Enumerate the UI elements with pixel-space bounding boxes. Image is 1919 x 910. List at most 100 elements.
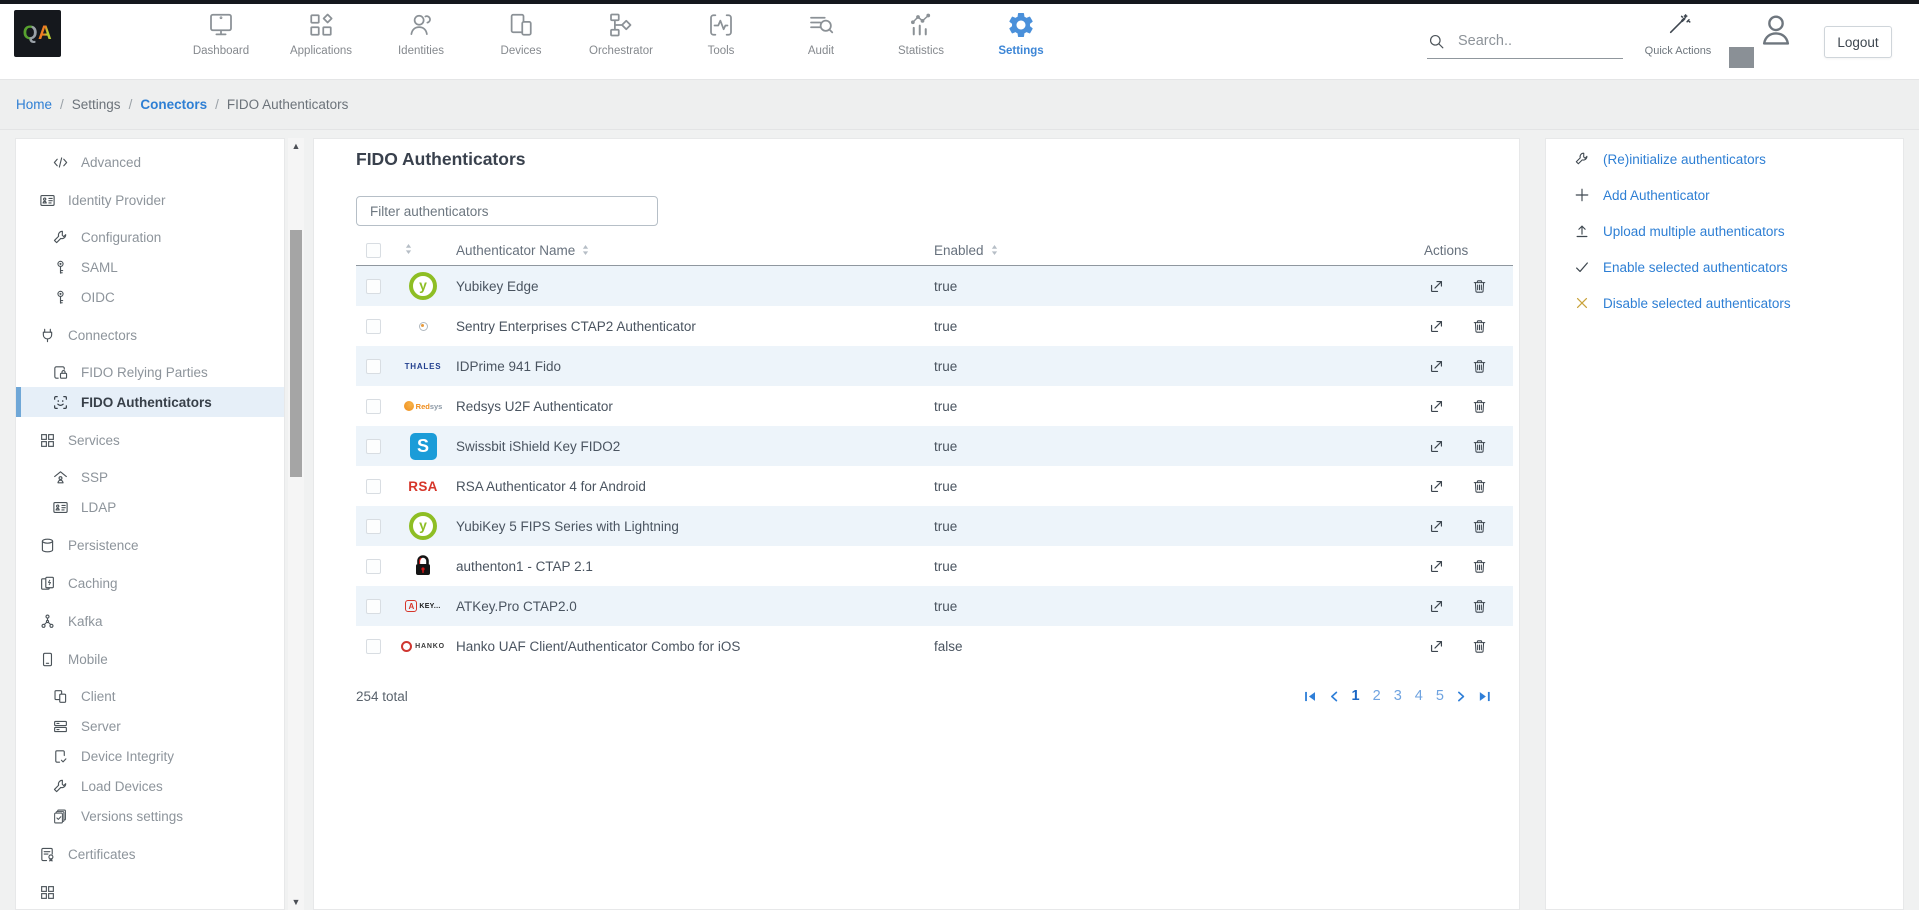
sidebar-item-client[interactable]: Client [16,681,284,711]
column-label: Authenticator Name [456,243,575,258]
delete-authenticator-button[interactable] [1471,518,1488,535]
pagination-page-2[interactable]: 2 [1373,688,1381,704]
sidebar-item-oidc[interactable]: OIDC [16,282,284,312]
nav-item-applications[interactable]: Applications [271,9,371,71]
delete-authenticator-button[interactable] [1471,438,1488,455]
panel-link-enable-selected-authenticators[interactable]: Enable selected authenticators [1546,249,1903,285]
open-authenticator-button[interactable] [1428,438,1445,455]
search-icon [1427,32,1446,51]
logout-button[interactable]: Logout [1824,26,1892,58]
pagination-page-1[interactable]: 1 [1352,688,1360,704]
quick-actions-button[interactable]: Quick Actions [1634,12,1722,57]
sidebar-item-certificates[interactable]: Certificates [16,839,284,869]
nav-item-devices[interactable]: Devices [471,9,571,71]
sidebar-item-saml[interactable]: SAML [16,252,284,282]
sidebar-item-ssp[interactable]: SSP [16,462,284,492]
nav-item-audit[interactable]: Audit [771,9,871,71]
app-logo[interactable]: QA [14,10,61,57]
row-checkbox[interactable] [366,599,381,614]
table-row: Sentry Enterprises CTAP2 Authenticatortr… [356,306,1513,346]
scrollbar-thumb[interactable] [290,230,302,477]
column-header-enabled[interactable]: Enabled [934,243,1424,258]
delete-authenticator-button[interactable] [1471,638,1488,655]
authenticator-name: Yubikey Edge [456,279,934,294]
delete-authenticator-button[interactable] [1471,278,1488,295]
nav-item-tools[interactable]: Tools [671,9,771,71]
row-checkbox[interactable] [366,279,381,294]
delete-authenticator-button[interactable] [1471,358,1488,375]
sidebar-item-connectors[interactable]: Connectors [16,320,284,350]
pagination-page-5[interactable]: 5 [1436,688,1444,704]
open-authenticator-button[interactable] [1428,638,1445,655]
panel-link-re-initialize-authenticators[interactable]: (Re)initialize authenticators [1546,141,1903,177]
sidebar-item-kafka[interactable]: Kafka [16,606,284,636]
sidebar-item-fido-relying-parties[interactable]: FIDO Relying Parties [16,357,284,387]
select-all-checkbox[interactable] [366,243,381,258]
nav-item-statistics[interactable]: Statistics [871,9,971,71]
scroll-down-arrow[interactable]: ▼ [288,895,304,909]
sidebar-item-ldap[interactable]: LDAP [16,492,284,522]
pagination-first-button[interactable] [1304,691,1317,702]
sidebar-item-persistence[interactable]: Persistence [16,530,284,560]
sidebar-scrollbar[interactable]: ▲ ▼ [288,138,304,910]
open-authenticator-button[interactable] [1428,558,1445,575]
sidebar-item-item[interactable] [16,877,284,907]
row-checkbox[interactable] [366,319,381,334]
sidebar-item-services[interactable]: Services [16,425,284,455]
delete-authenticator-button[interactable] [1471,398,1488,415]
page-title: FIDO Authenticators [356,149,526,170]
sidebar-item-advanced[interactable]: Advanced [16,147,284,177]
delete-authenticator-button[interactable] [1471,558,1488,575]
open-authenticator-button[interactable] [1428,478,1445,495]
sidebar-item-versions-settings[interactable]: Versions settings [16,801,284,831]
open-authenticator-button[interactable] [1428,318,1445,335]
sidebar-item-server[interactable]: Server [16,711,284,741]
sidebar-item-fido-authenticators[interactable]: FIDO Authenticators [16,387,284,417]
nav-item-identities[interactable]: Identities [371,9,471,71]
filter-input[interactable] [356,196,658,226]
open-authenticator-button[interactable] [1428,518,1445,535]
sidebar-item-label: Mobile [68,652,108,667]
open-authenticator-button[interactable] [1428,358,1445,375]
column-header-authenticator-name[interactable]: Authenticator Name [456,243,934,258]
row-checkbox[interactable] [366,479,381,494]
pagination-last-button[interactable] [1478,691,1491,702]
sidebar-item-mobile[interactable]: Mobile [16,644,284,674]
pagination-page-4[interactable]: 4 [1415,688,1423,704]
pagination-prev-button[interactable] [1330,691,1338,702]
open-authenticator-button[interactable] [1428,278,1445,295]
nav-item-dashboard[interactable]: Dashboard [171,9,271,71]
sidebar-item-device-integrity[interactable]: Device Integrity [16,741,284,771]
sidebar-item-load-devices[interactable]: Load Devices [16,771,284,801]
row-checkbox[interactable] [366,639,381,654]
sidebar-item-caching[interactable]: Caching [16,568,284,598]
open-authenticator-button[interactable] [1428,398,1445,415]
scroll-up-arrow[interactable]: ▲ [288,139,304,153]
breadcrumb-item-home[interactable]: Home [16,97,52,112]
nav-item-orchestrator[interactable]: Orchestrator [571,9,671,71]
search-input[interactable] [1456,32,1623,50]
pagination-next-button[interactable] [1457,691,1465,702]
table-row: RedsysRedsys U2F Authenticatortrue [356,386,1513,426]
row-checkbox[interactable] [366,359,381,374]
icon-column-sort-button[interactable] [390,243,456,258]
sidebar-item-label: Caching [68,576,118,591]
row-checkbox[interactable] [366,399,381,414]
panel-link-disable-selected-authenticators[interactable]: Disable selected authenticators [1546,285,1903,321]
breadcrumb-item-conectors[interactable]: Conectors [140,97,207,112]
nav-item-settings[interactable]: Settings [971,9,1071,71]
open-authenticator-button[interactable] [1428,598,1445,615]
panel-link-upload-multiple-authenticators[interactable]: Upload multiple authenticators [1546,213,1903,249]
pagination-page-3[interactable]: 3 [1394,688,1402,704]
panel-link-add-authenticator[interactable]: Add Authenticator [1546,177,1903,213]
delete-authenticator-button[interactable] [1471,318,1488,335]
row-checkbox[interactable] [366,559,381,574]
delete-authenticator-button[interactable] [1471,598,1488,615]
delete-authenticator-button[interactable] [1471,478,1488,495]
avatar-icon[interactable] [1757,11,1795,54]
sidebar-item-configuration[interactable]: Configuration [16,222,284,252]
sidebar-item-identity-provider[interactable]: Identity Provider [16,185,284,215]
row-checkbox[interactable] [366,519,381,534]
app-root: QA DashboardApplicationsIdentitiesDevice… [0,0,1919,910]
row-checkbox[interactable] [366,439,381,454]
